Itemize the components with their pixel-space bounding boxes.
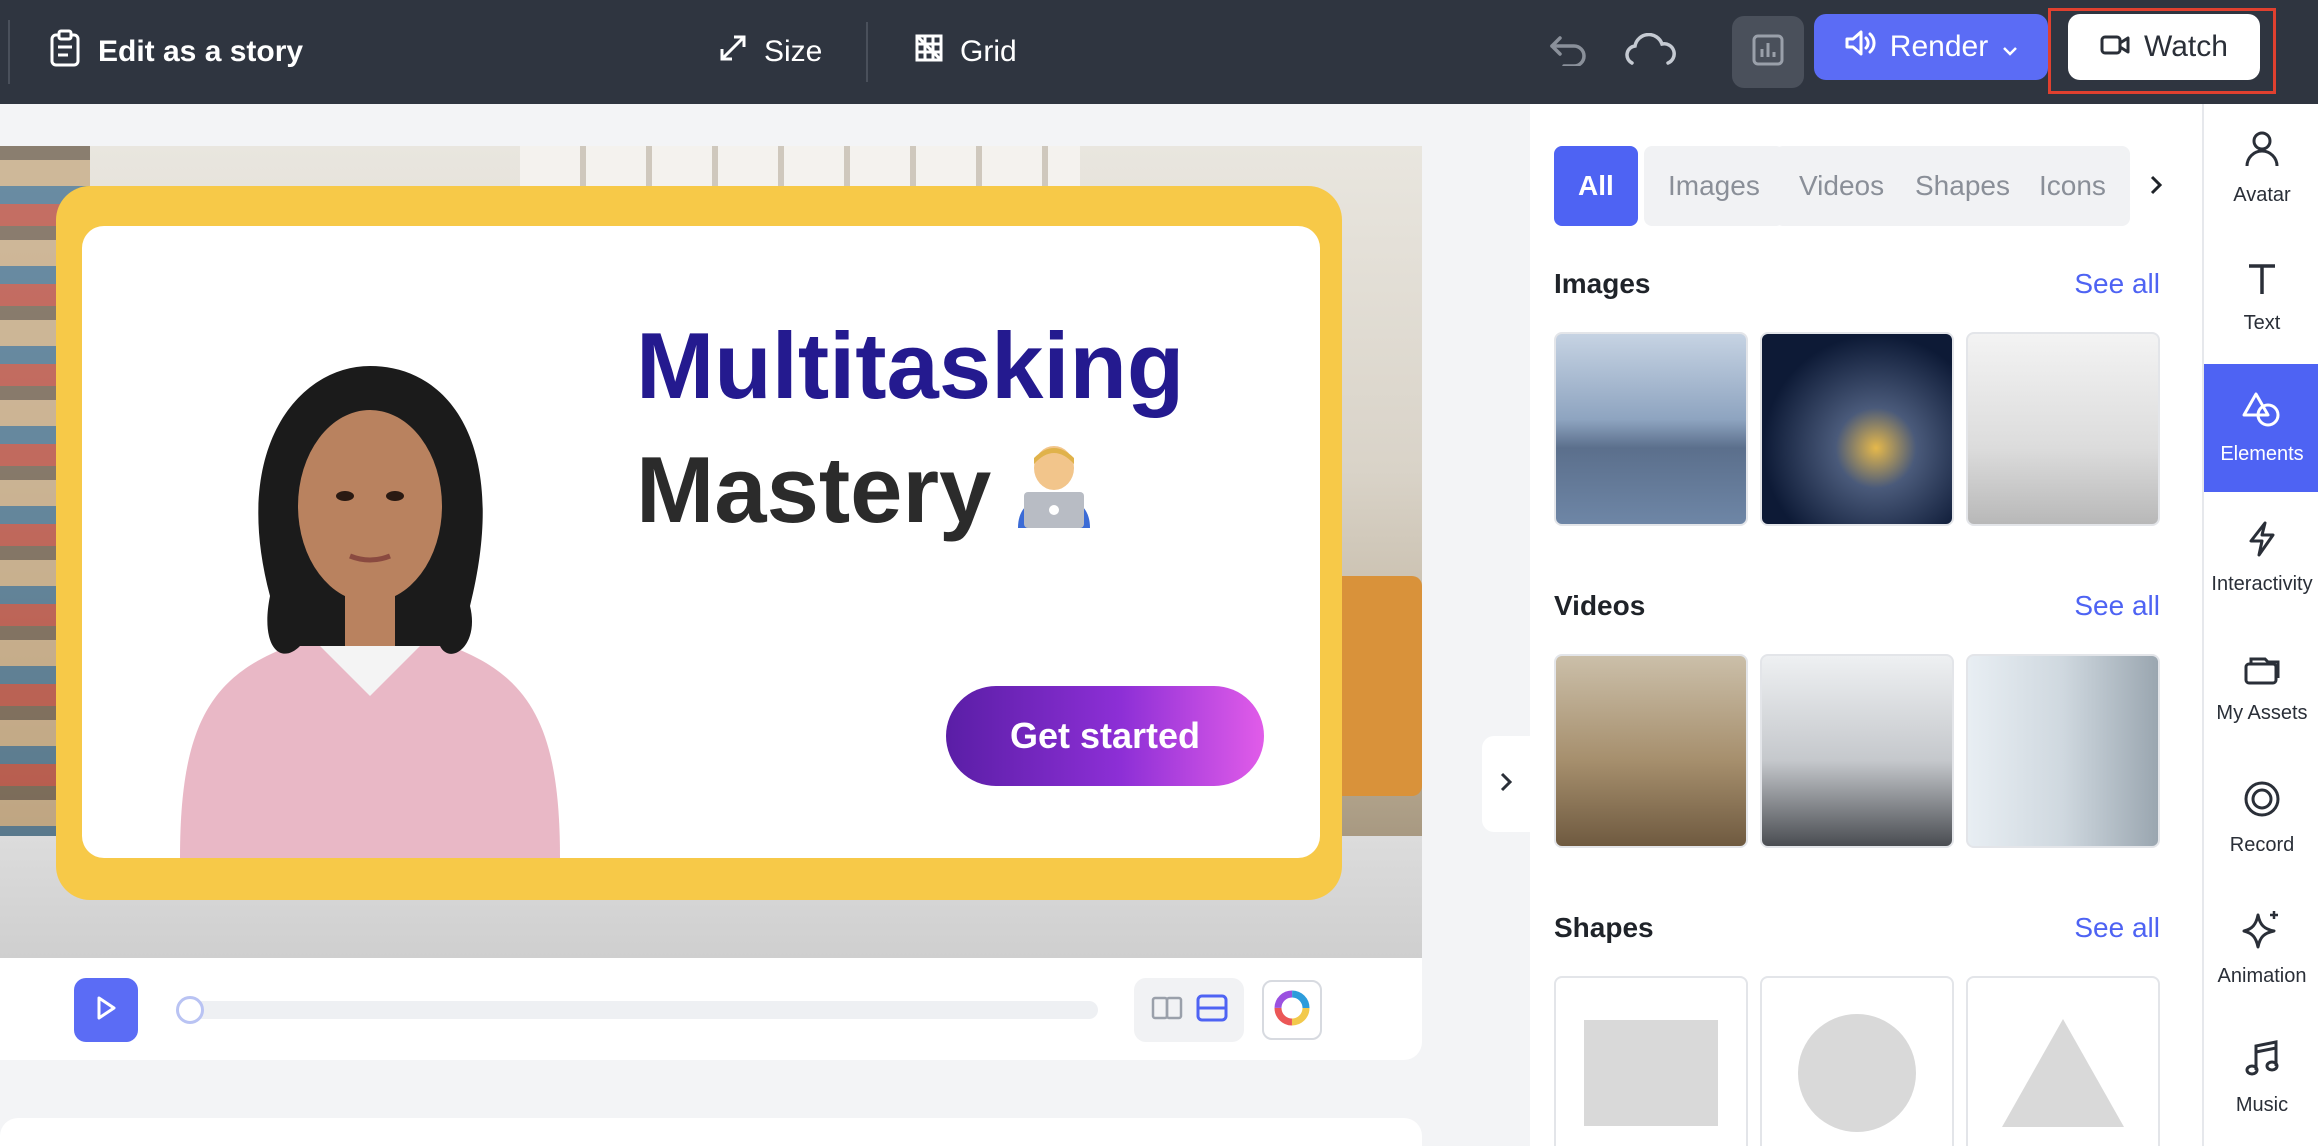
music-icon [2244,1039,2280,1084]
triangle-icon [2002,1019,2124,1127]
analytics-button[interactable] [1732,16,1804,88]
play-button[interactable] [74,978,138,1042]
render-button[interactable]: Render [1814,14,2048,80]
lightning-icon [2247,521,2277,563]
size-button[interactable]: Size [718,0,822,104]
get-started-button[interactable]: Get started [946,686,1264,786]
technologist-emoji-icon [1018,446,1090,528]
split-layout-icon[interactable] [1151,994,1183,1027]
clipboard-icon [48,29,82,75]
color-wheel-icon [1272,988,1312,1033]
shape-rectangle[interactable] [1554,976,1748,1146]
shape-triangle[interactable] [1966,976,2160,1146]
watch-label: Watch [2144,30,2228,63]
tabs-scroll-right-button[interactable] [2136,162,2176,212]
text-icon [2246,262,2278,302]
rail-label-interactivity: Interactivity [2211,572,2313,595]
chevron-down-icon [2002,30,2018,64]
color-picker-button[interactable] [1262,980,1322,1040]
tab-shapes[interactable]: Shapes [1891,146,2034,226]
cloud-sync-button[interactable] [1614,16,1686,88]
tab-all[interactable]: All [1554,146,1638,226]
layout-toggle[interactable] [1134,978,1244,1042]
presenter-avatar[interactable] [150,346,590,858]
rail-label-avatar: Avatar [2233,183,2291,206]
record-icon [2243,780,2281,824]
shapes-icon [2242,391,2282,433]
rail-label-my-assets: My Assets [2216,701,2308,724]
videos-see-all-link[interactable]: See all [2074,590,2160,622]
timeline-scrubber[interactable] [176,996,204,1024]
rectangle-icon [1584,1020,1718,1126]
tab-icons[interactable]: Icons [2015,146,2130,226]
video-thumbnail-workspace[interactable] [1966,654,2160,848]
undo-icon [1548,34,1588,71]
collapse-panel-button[interactable] [1482,736,1530,832]
circle-icon [1798,1014,1916,1132]
shapes-see-all-link[interactable]: See all [2074,912,2160,944]
right-tool-rail: Avatar Text Elements Interactivity My As… [2202,104,2318,1146]
cloud-icon [1624,32,1676,72]
rail-label-animation: Animation [2217,964,2307,987]
videos-section-title: Videos [1554,590,1646,621]
timeline-track[interactable] [190,1001,1098,1019]
rail-label-music: Music [2235,1093,2289,1116]
rail-label-record: Record [2229,833,2295,856]
image-thumbnail-city[interactable] [1554,332,1748,526]
chevron-right-icon [1499,771,1513,798]
chart-icon [1751,33,1785,72]
person-icon [2244,130,2280,174]
resize-icon [718,33,748,71]
folder-icon [2243,652,2281,692]
images-section-title: Images [1554,268,1651,299]
size-label: Size [764,35,823,68]
video-thumbnail-office[interactable] [1554,654,1748,848]
next-scene-card[interactable] [0,1118,1422,1146]
grid-button[interactable]: Grid [914,0,1017,104]
chevron-right-icon [2149,174,2163,201]
video-camera-icon [2100,30,2130,64]
elements-panel: All Images Videos Shapes Icons Images Se… [1530,104,2202,1146]
image-thumbnail-earth[interactable] [1760,332,1954,526]
video-thumbnail-meeting[interactable] [1760,654,1954,848]
top-toolbar: Edit as a story Size Grid Render Watch [0,0,2318,104]
slide-title-line1[interactable]: Multitasking [636,312,1184,420]
toolbar-divider [8,20,10,84]
slide-title-line2[interactable]: Mastery [636,436,991,544]
grid-label: Grid [960,35,1017,68]
grid-icon [914,33,944,71]
rail-item-music[interactable]: Music [2204,1014,2318,1142]
shapes-section-title: Shapes [1554,912,1654,943]
edit-as-story-label: Edit as a story [98,35,304,68]
shape-circle[interactable] [1760,976,1954,1146]
edit-as-story-button[interactable]: Edit as a story [48,0,303,104]
stacked-layout-icon[interactable] [1196,994,1228,1027]
images-see-all-link[interactable]: See all [2074,268,2160,300]
rail-label-elements: Elements [2220,442,2304,465]
tab-images[interactable]: Images [1644,146,1784,226]
speaker-icon [1844,29,1876,65]
rail-item-my-assets[interactable]: My Assets [2204,624,2318,752]
rail-item-elements[interactable]: Elements [2204,364,2318,492]
toolbar-divider [866,22,868,82]
play-icon [94,995,118,1026]
image-thumbnail-hallway[interactable] [1966,332,2160,526]
rail-label-text: Text [2243,311,2281,334]
rail-item-animation[interactable]: Animation [2204,884,2318,1012]
rail-item-text[interactable]: Text [2204,234,2318,362]
rail-item-interactivity[interactable]: Interactivity [2204,494,2318,622]
render-label: Render [1889,30,1989,63]
watch-button[interactable]: Watch [2068,14,2260,80]
rail-item-record[interactable]: Record [2204,754,2318,882]
sparkle-icon [2242,909,2282,955]
undo-button[interactable] [1532,16,1604,88]
tab-videos[interactable]: Videos [1775,146,1909,226]
rail-item-avatar[interactable]: Avatar [2204,104,2318,232]
